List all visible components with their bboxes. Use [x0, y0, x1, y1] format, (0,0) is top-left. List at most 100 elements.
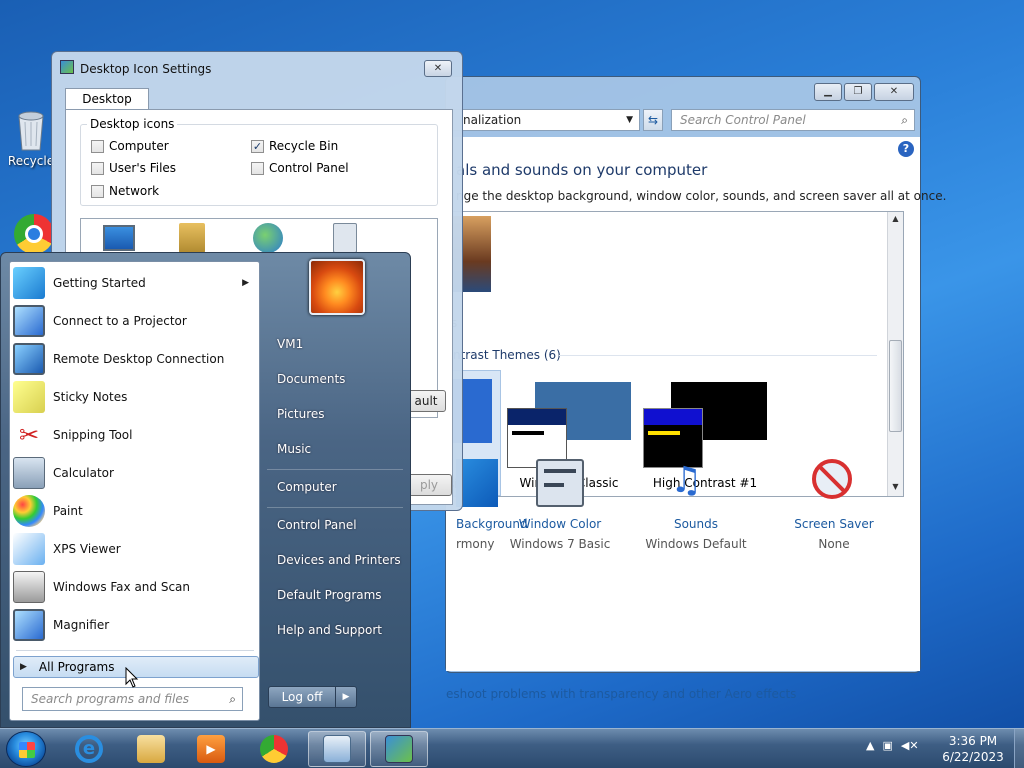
computer-icon[interactable] [103, 225, 135, 251]
minimize-button[interactable]: ▁ [814, 83, 842, 101]
network-icon[interactable] [253, 223, 283, 253]
start-right-default-programs[interactable]: Default Programs [277, 588, 382, 602]
screen-saver-link[interactable]: Screen Saver None [774, 459, 894, 551]
program-remote-desktop[interactable]: Remote Desktop Connection [10, 340, 259, 378]
program-paint[interactable]: Paint [10, 492, 259, 530]
tab-desktop-icons[interactable]: Desktop Icons [65, 88, 149, 126]
program-connect-projector[interactable]: Connect to a Projector [10, 302, 259, 340]
taskbar-media-player[interactable]: ▶ [182, 731, 240, 767]
start-right-devices-printers[interactable]: Devices and Printers [277, 553, 401, 567]
link-value: Windows 7 Basic [509, 537, 611, 551]
program-label: Sticky Notes [53, 390, 128, 404]
user-folder-icon[interactable] [179, 223, 205, 253]
chevron-down-icon[interactable]: ▼ [626, 110, 633, 130]
refresh-icon[interactable]: ⇆ [643, 109, 663, 131]
theme-label: High Contrast #1 [652, 476, 758, 490]
program-label: Magnifier [53, 618, 110, 632]
start-menu: Getting Started ▶ Connect to a Projector… [0, 252, 411, 728]
show-hidden-icons-icon[interactable]: ▲ [866, 739, 874, 752]
network-icon[interactable]: ▣ [882, 739, 892, 752]
display-settings-icon [385, 735, 413, 763]
start-right-control-panel[interactable]: Control Panel [277, 518, 357, 532]
scrollbar-thumb[interactable] [889, 340, 902, 432]
checkbox-users-files[interactable]: User's Files [91, 161, 176, 175]
program-calculator[interactable]: Calculator [10, 454, 259, 492]
control-panel-window: ▁ ❐ ✕ nalization ▼ ⇆ Search Control Pane… [445, 76, 946, 701]
checkbox-box[interactable] [91, 139, 104, 153]
taskbar-control-panel[interactable] [308, 731, 366, 767]
theme-list[interactable]: s ntrast Themes (6) sic Windows Classic [446, 211, 904, 497]
taskbar-internet-explorer[interactable]: e [60, 731, 118, 767]
screen-saver-icon [812, 459, 852, 499]
scroll-down-icon[interactable]: ▼ [888, 482, 903, 491]
log-off-button[interactable]: Log off [268, 686, 336, 708]
maximize-button[interactable]: ❐ [844, 83, 872, 101]
remote-desktop-icon [13, 343, 45, 375]
search-input[interactable]: Search Control Panel ⌕ [671, 109, 915, 131]
checkbox-box-checked[interactable]: ✓ [251, 139, 264, 153]
start-right-pictures[interactable]: Pictures [277, 407, 325, 421]
fax-icon [13, 571, 45, 603]
recycle-bin-icon[interactable] [333, 223, 357, 253]
checkbox-control-panel[interactable]: Control Panel [251, 161, 349, 175]
checkbox-network[interactable]: Network [91, 184, 159, 198]
user-picture[interactable] [309, 259, 365, 315]
start-right-computer[interactable]: Computer [277, 480, 337, 494]
program-xps-viewer[interactable]: XPS Viewer [10, 530, 259, 568]
address-text: nalization [463, 113, 522, 127]
program-sticky-notes[interactable]: Sticky Notes [10, 378, 259, 416]
close-button[interactable]: ✕ [874, 83, 914, 101]
help-icon[interactable]: ? [898, 141, 914, 157]
separator [267, 469, 403, 470]
checkbox-recycle-bin[interactable]: ✓ Recycle Bin [251, 139, 338, 153]
taskbar: e ▶ ▲ ▣ ◀✕ 3:36 PM 6/22/2023 [0, 728, 1024, 768]
close-button[interactable]: ✕ [424, 60, 452, 77]
search-icon[interactable]: ⌕ [901, 110, 908, 130]
dialog-icon [60, 60, 74, 74]
shutdown-options-arrow-icon[interactable]: ▶ [335, 686, 357, 708]
show-desktop-button[interactable] [1014, 729, 1024, 768]
desktop-icons-group: Desktop icons Computer ✓ Recycle Bin User… [80, 117, 438, 206]
link-value: Windows Default [645, 537, 747, 551]
checkbox-box[interactable] [251, 161, 264, 175]
taskbar-chrome[interactable] [245, 731, 303, 767]
xps-viewer-icon [13, 533, 45, 565]
start-right-help-support[interactable]: Help and Support [277, 623, 382, 637]
program-snipping-tool[interactable]: ✂ Snipping Tool [10, 416, 259, 454]
troubleshoot-link[interactable]: eshoot problems with transparency and ot… [446, 687, 796, 701]
taskbar-explorer[interactable] [122, 731, 180, 767]
checkbox-label: Control Panel [269, 161, 349, 175]
scroll-up-icon[interactable]: ▲ [888, 214, 903, 223]
checkbox-computer[interactable]: Computer [91, 139, 169, 153]
clock-time: 3:36 PM [948, 734, 998, 748]
start-button[interactable] [6, 731, 46, 767]
scrollbar[interactable]: ▲ ▼ [887, 212, 903, 496]
sounds-link[interactable]: ♫ Sounds Windows Default [636, 460, 756, 551]
checkbox-box[interactable] [91, 161, 104, 175]
program-fax-scan[interactable]: Windows Fax and Scan [10, 568, 259, 606]
clock[interactable]: 3:36 PM 6/22/2023 [940, 733, 1006, 765]
paint-palette-icon [13, 495, 45, 527]
sticky-notes-icon [13, 381, 45, 413]
apply-button[interactable]: ply [406, 474, 452, 496]
program-magnifier[interactable]: Magnifier [10, 606, 259, 644]
restore-default-button[interactable]: ault [406, 390, 446, 412]
theme-tile-high-contrast-1[interactable]: High Contrast #1 [641, 380, 769, 492]
chrome-desktop-icon[interactable] [14, 214, 54, 254]
start-right-documents[interactable]: Documents [277, 372, 345, 386]
taskbar-desktop-icon-settings[interactable] [370, 731, 428, 767]
section-divider [559, 355, 877, 356]
start-right-music[interactable]: Music [277, 442, 311, 456]
volume-muted-icon[interactable]: ◀✕ [901, 739, 919, 752]
start-search-input[interactable]: Search programs and files ⌕ [22, 687, 243, 711]
checkbox-box[interactable] [91, 184, 104, 198]
program-label: Remote Desktop Connection [53, 352, 225, 366]
program-getting-started[interactable]: Getting Started ▶ [10, 264, 259, 302]
start-right-vm1[interactable]: VM1 [277, 337, 303, 351]
window-color-link[interactable]: Window Color Windows 7 Basic [500, 459, 620, 551]
system-tray: ▲ ▣ ◀✕ [866, 739, 919, 752]
search-icon[interactable]: ⌕ [229, 688, 236, 710]
link-label: Screen Saver [794, 517, 874, 531]
address-bar[interactable]: nalization ▼ [446, 109, 640, 131]
scissors-icon: ✂ [13, 419, 45, 451]
